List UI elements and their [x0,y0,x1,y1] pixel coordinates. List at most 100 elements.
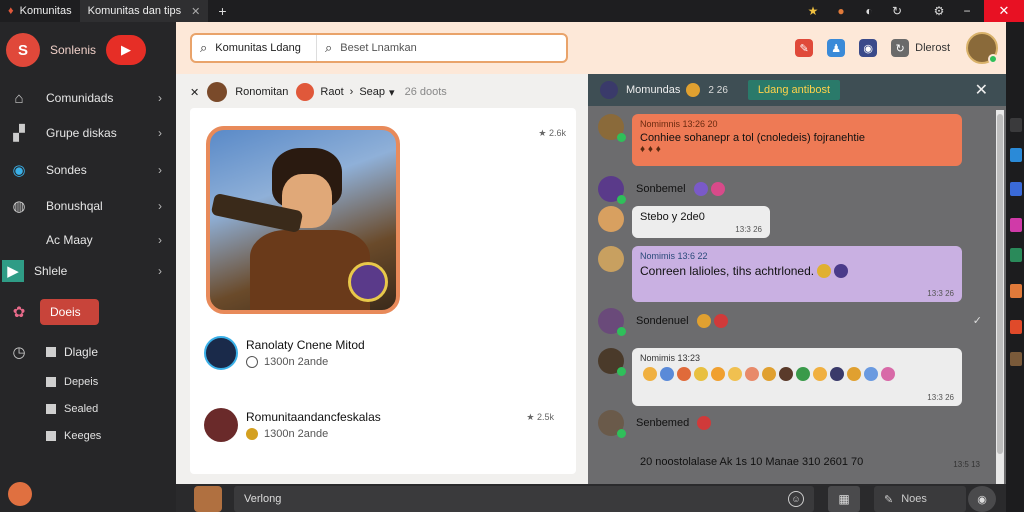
message-text: Sonbemel [636,182,725,196]
play-button[interactable]: ▶ [106,35,147,65]
user-icon[interactable]: ♟ [827,39,846,57]
sidebar-item-comunidads[interactable]: ⌂ Comunidads › [0,84,176,112]
avatar[interactable] [194,486,222,512]
note-input[interactable]: ✎ Noes [874,486,966,512]
game-icon[interactable]: ● [830,0,852,22]
emoji-icon [817,264,832,278]
chevron-right-icon: › [158,91,162,105]
dock-app-icon[interactable] [1010,248,1022,262]
square-icon [46,377,56,387]
list-item[interactable]: Romunitaandancfeskalas 1300n 2ande ★ 2.5… [204,408,564,448]
list-item[interactable]: Ranolaty Cnene Mitod 1300n 2ande [204,336,564,376]
chat-scrollbar[interactable] [996,110,1004,510]
dock-app-icon[interactable] [1010,352,1022,366]
close-icon[interactable]: ✕ [190,86,199,99]
post-meta: ★ 2.5k [526,412,554,422]
emoji-icon [796,367,810,381]
emoji-icon [693,182,708,196]
sidebar-item-dlagle[interactable]: ◷ Dlagle [0,338,176,366]
breadcrumb-sub[interactable]: Seap [359,86,385,98]
settings-icon[interactable]: ⚙ [928,0,950,22]
sidebar-sub-keeges[interactable]: Keeges [46,426,101,446]
chat-title: Momundas [626,84,681,96]
post-title: Romunitaandancfeskalas [246,410,381,424]
chat-pill[interactable]: Ldang antibost [747,80,841,100]
message-input[interactable]: Verlong ☺ [234,486,814,512]
message-avatar [598,176,626,204]
refresh-icon[interactable]: ↻ [886,0,908,22]
chevron-down-icon[interactable]: ▾ [389,86,395,99]
notification-icon[interactable]: ✎ [795,39,814,57]
dock-app-icon[interactable] [1010,118,1022,132]
online-indicator [617,133,626,142]
dock-app-icon[interactable] [1010,218,1022,232]
search-placeholder: Beset Lnamkan [340,42,417,54]
mascot-icon[interactable] [8,482,32,506]
breadcrumb-community[interactable]: Ronomitan [235,86,288,98]
topbar-label[interactable]: Dlerost [915,42,950,54]
message-avatar [598,206,624,232]
gamepad-icon: ◍ [12,198,26,215]
flower-icon: ✿ [12,304,26,321]
clock-icon [246,356,258,368]
sidebar-item-ac-maay[interactable]: Ac Maay › [0,226,176,254]
dock-app-icon[interactable] [1010,182,1022,196]
sidebar-sub-depeis[interactable]: Depeis [46,372,98,392]
sidebar-item-shlele[interactable]: ▶ Shlele › [0,254,176,288]
discord-icon[interactable]: ◉ [859,39,878,57]
emoji-icon [713,314,728,328]
message-emojis: ♦ ♦ ♦ [640,144,661,155]
voice-button[interactable]: ◉ [968,486,996,512]
star-icon[interactable]: ★ [802,0,824,22]
attach-button[interactable]: ▦ [828,486,860,512]
tab-komunitas[interactable]: ♦ Komunitas [0,0,80,22]
tab-komunitas-tips[interactable]: Komunitas dan tips ✕ [79,0,209,22]
search-scope[interactable]: ⌕ Komunitas Ldang [192,35,317,61]
note-placeholder: Noes [901,493,927,505]
avatar[interactable] [966,32,998,64]
composer: Verlong ☺ ▦ ✎ Noes ◉ [176,484,1006,512]
online-indicator [988,54,998,64]
chevron-right-icon: › [158,126,162,140]
home-icon: ⌂ [14,89,24,107]
emoji-icon [745,367,759,381]
game-card-image[interactable] [206,126,400,314]
pencil-icon: ✎ [884,493,894,506]
online-indicator [617,367,626,376]
search-scope-label: Komunitas Ldang [215,42,301,54]
topbar-actions: ✎ ♟ ◉ ↻ Dlerost [781,32,998,64]
section-icon [296,83,315,101]
message-bubble: Nomimis 13:23 13:3 26 [632,348,962,406]
topbar: ⌕ Komunitas Ldang ⌕ Beset Lnamkan ✎ ♟ ◉ … [176,22,1006,74]
sidebar-item-doeis[interactable]: ✿ Doeis [0,298,176,326]
sidebar-item-grupe-diskas[interactable]: ▞ Grupe diskas › [0,119,176,147]
community-avatar [207,82,228,102]
chat-message: Nomimis 13:23 13:3 26 [598,348,968,408]
breadcrumb-section[interactable]: Raot [320,86,343,98]
dock-app-icon[interactable] [1010,284,1022,298]
close-tab-icon[interactable]: ✕ [191,5,200,18]
chat-count: 2 26 [708,84,728,96]
new-tab-button[interactable]: + [218,3,226,19]
close-window-button[interactable]: ✕ [984,0,1024,22]
sidebar-item-sondes[interactable]: ◉ Sondes › [0,156,176,184]
dock-app-icon[interactable] [1010,320,1022,334]
window-titlebar: ♦ Komunitas Komunitas dan tips ✕ + ★ ● ◐… [0,0,1024,22]
close-icon[interactable]: ✕ [975,80,988,100]
chevron-right-icon: › [158,264,162,278]
post-avatar [204,336,238,370]
search-input[interactable]: ⌕ Beset Lnamkan [317,40,417,56]
minimize-icon[interactable]: − [956,0,978,22]
sidebar-item-bonushqal[interactable]: ◍ Bonushqal › [0,192,176,220]
logo-icon[interactable]: S [6,33,40,67]
emoji-icon[interactable]: ☺ [788,491,804,507]
refresh-icon[interactable]: ↻ [891,39,910,57]
scrollbar-thumb[interactable] [997,114,1003,454]
dock-app-icon[interactable] [1010,148,1022,162]
message-time: 13:3 26 [927,393,954,402]
message-text: Stebo y 2de0 [640,211,705,223]
chat-panel: Momundas 2 26 Ldang antibost ✕ Nomimnis … [588,74,1006,512]
feed: ★ 2.6k Ranolaty Cnene Mitod 1300n 2ande … [190,108,576,474]
profile-icon[interactable]: ◐ [858,0,880,22]
sidebar-sub-sealed[interactable]: Sealed [46,399,98,419]
